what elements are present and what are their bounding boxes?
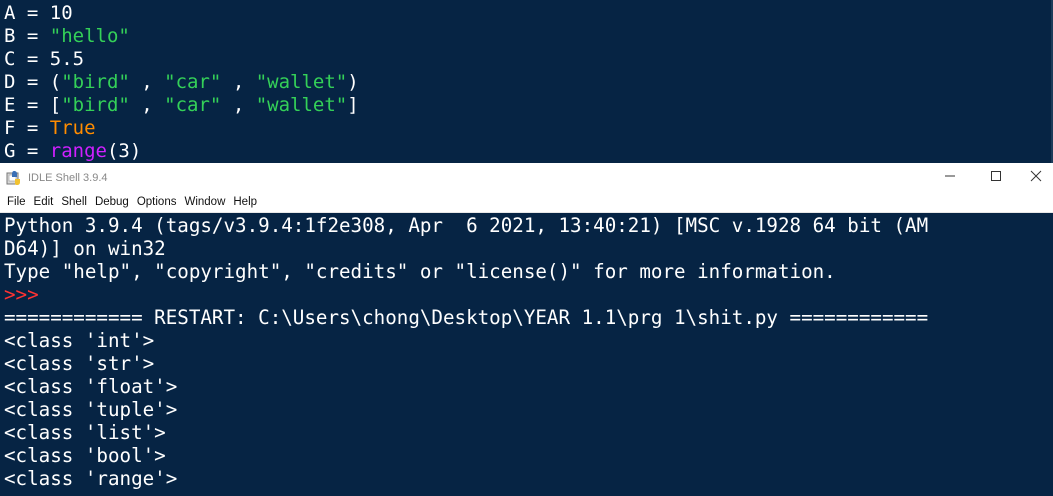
code-token: ) [347, 71, 359, 93]
maximize-icon [990, 170, 1002, 186]
code-token: True [49, 117, 96, 139]
close-icon [1030, 170, 1042, 186]
menu-edit[interactable]: Edit [30, 192, 58, 213]
idle-app-icon [6, 170, 22, 186]
output-line: <class 'range'> [4, 467, 178, 490]
code-token: "hello" [49, 25, 130, 47]
code-token: ] [347, 94, 359, 116]
code-token: range [49, 140, 107, 162]
code-line: A = 10 [4, 2, 1051, 25]
code-token: A = 10 [4, 2, 73, 24]
code-editor-pane[interactable]: A = 10 B = "hello" C = 5.5 D = ("bird" ,… [0, 0, 1053, 163]
output-line: <class 'str'> [4, 352, 155, 375]
code-token: , [129, 94, 165, 116]
code-token: B = [4, 25, 50, 47]
banner-line: Type "help", "copyright", "credits" or "… [4, 260, 836, 283]
code-token: "bird" [61, 71, 130, 93]
maximize-button[interactable] [973, 163, 1019, 192]
code-token: (3) [106, 140, 142, 162]
code-token: "car" [164, 71, 222, 93]
restart-line: ============ RESTART: C:\Users\chong\Des… [4, 306, 929, 329]
code-token: C = 5.5 [4, 48, 85, 70]
menu-window[interactable]: Window [180, 192, 229, 213]
code-token: F = [4, 117, 50, 139]
shell-prompt: >>> [4, 283, 39, 306]
shell-output-pane[interactable]: Python 3.9.4 (tags/v3.9.4:1f2e308, Apr 6… [0, 213, 1053, 496]
code-line: E = ["bird" , "car" , "wallet"] [4, 94, 1051, 117]
code-token: "bird" [61, 94, 130, 116]
menu-options[interactable]: Options [133, 192, 181, 213]
code-token: , [129, 71, 165, 93]
menu-help[interactable]: Help [229, 192, 261, 213]
code-line: C = 5.5 [4, 48, 1051, 71]
code-line: B = "hello" [4, 25, 1051, 48]
code-line: F = True [4, 117, 1051, 140]
menu-bar: File Edit Shell Debug Options Window Hel… [0, 192, 1053, 213]
output-line: <class 'float'> [4, 375, 178, 398]
output-line: <class 'bool'> [4, 444, 166, 467]
code-token: , [221, 71, 256, 93]
code-token: E = [ [4, 94, 62, 116]
menu-file[interactable]: File [3, 192, 30, 213]
banner-line: D64)] on win32 [4, 237, 166, 260]
code-token: , [221, 94, 256, 116]
output-line: <class 'int'> [4, 329, 155, 352]
output-line: <class 'tuple'> [4, 398, 178, 421]
code-token: "car" [164, 94, 222, 116]
output-line: <class 'list'> [4, 421, 166, 444]
code-line: D = ("bird" , "car" , "wallet") [4, 71, 1051, 94]
code-token: "wallet" [255, 71, 348, 93]
menu-debug[interactable]: Debug [91, 192, 133, 213]
code-line: G = range(3) [4, 140, 1051, 163]
code-token: G = [4, 140, 50, 162]
banner-line: Python 3.9.4 (tags/v3.9.4:1f2e308, Apr 6… [4, 214, 929, 237]
close-button[interactable] [1019, 163, 1053, 192]
minimize-button[interactable] [927, 163, 973, 192]
minimize-icon [944, 170, 956, 186]
code-token: "wallet" [255, 94, 348, 116]
menu-shell[interactable]: Shell [57, 192, 91, 213]
window-title: IDLE Shell 3.9.4 [28, 171, 108, 184]
code-token: D = ( [4, 71, 62, 93]
window-titlebar[interactable]: IDLE Shell 3.9.4 [0, 163, 1053, 192]
